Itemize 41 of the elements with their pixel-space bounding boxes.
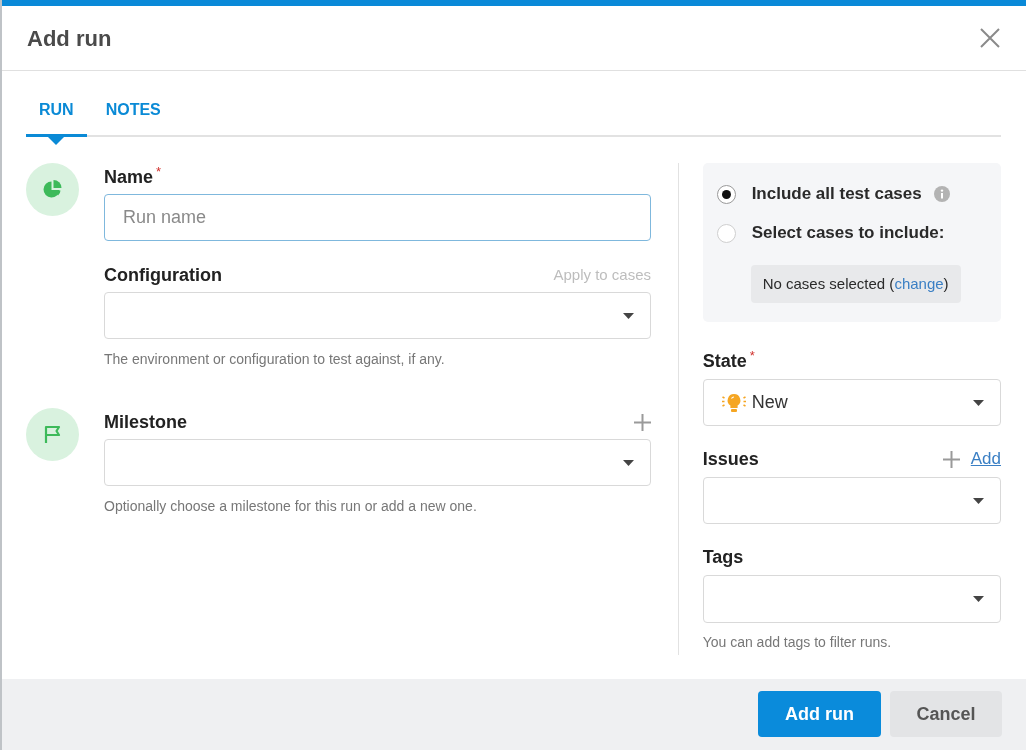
info-icon[interactable] bbox=[933, 186, 950, 202]
radio-button[interactable] bbox=[716, 184, 736, 204]
field-label: Issues bbox=[702, 448, 759, 471]
tab[interactable]: NOTES bbox=[92, 93, 174, 137]
required-mark: * bbox=[749, 349, 755, 362]
tab-pointer-icon bbox=[48, 137, 65, 145]
select-field[interactable] bbox=[702, 575, 1001, 623]
field-label: Name bbox=[104, 166, 154, 189]
caret-icon bbox=[623, 312, 634, 319]
plus-icon[interactable] bbox=[942, 450, 960, 468]
select-value: New bbox=[751, 391, 788, 414]
select-field[interactable] bbox=[104, 439, 651, 486]
add-run-button[interactable]: Add run bbox=[758, 691, 881, 737]
select-field[interactable]: New bbox=[702, 379, 1001, 426]
field-label: Milestone bbox=[104, 411, 187, 434]
help-text: Optionally choose a milestone for this run or add a new one. bbox=[104, 497, 478, 516]
change-link[interactable]: change bbox=[894, 272, 944, 296]
radio-label: Select cases to include: bbox=[751, 222, 945, 245]
caret-icon bbox=[623, 459, 634, 466]
cancel-button[interactable]: Cancel bbox=[890, 691, 1002, 737]
select-field[interactable] bbox=[104, 292, 651, 339]
radio-button[interactable] bbox=[716, 223, 736, 243]
field-label: State bbox=[702, 350, 747, 373]
selection-summary: No cases selected (change) bbox=[750, 265, 961, 303]
field-label: Configuration bbox=[104, 264, 222, 287]
caret-icon bbox=[973, 399, 984, 406]
dialog-title: Add run bbox=[27, 24, 112, 53]
plus-icon[interactable] bbox=[634, 413, 651, 431]
add-link[interactable]: Add bbox=[970, 448, 1001, 470]
flag-icon bbox=[26, 408, 79, 461]
pie-chart-icon bbox=[26, 163, 79, 216]
radio-label: Include all test cases bbox=[751, 183, 922, 206]
field-label: Tags bbox=[702, 546, 744, 569]
close-icon[interactable] bbox=[980, 28, 1000, 48]
help-text: The environment or configuration to test against, if any. bbox=[104, 350, 446, 369]
help-text: You can add tags to filter runs. bbox=[702, 633, 893, 652]
select-field[interactable] bbox=[702, 477, 1001, 524]
caret-icon bbox=[973, 497, 984, 504]
required-mark: * bbox=[156, 165, 162, 178]
name-input[interactable]: Run name bbox=[104, 194, 651, 241]
caret-icon bbox=[973, 596, 984, 602]
